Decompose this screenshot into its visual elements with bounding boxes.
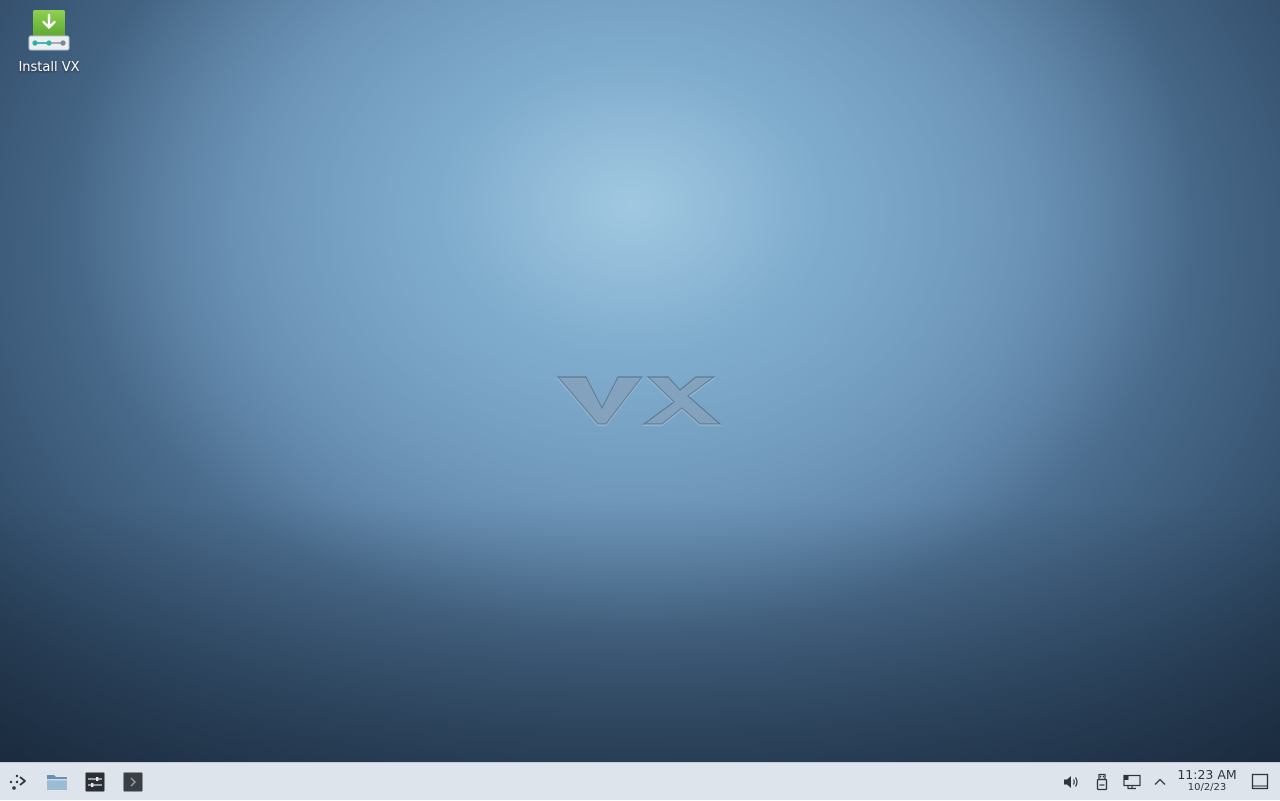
clock-date: 10/2/23 xyxy=(1187,781,1227,793)
desktop[interactable]: Install VX xyxy=(0,0,1280,762)
app-launcher-button[interactable] xyxy=(4,763,32,801)
show-desktop-button[interactable] xyxy=(1248,763,1272,801)
show-desktop-icon xyxy=(1251,773,1269,790)
clock-time: 11:23 AM xyxy=(1177,767,1237,782)
clock[interactable]: 11:23 AM 10/2/23 xyxy=(1174,767,1240,793)
network-icon xyxy=(1123,774,1141,790)
usb-device-icon xyxy=(1096,773,1108,791)
system-settings-button[interactable] xyxy=(80,763,110,801)
file-manager-icon xyxy=(47,775,67,790)
vx-wallpaper-logo xyxy=(556,374,726,428)
volume-icon xyxy=(1064,776,1078,788)
taskbar: 11:23 AM 10/2/23 xyxy=(0,762,1280,800)
network-button[interactable] xyxy=(1120,763,1144,801)
install-download-icon xyxy=(27,8,71,54)
file-manager-button[interactable] xyxy=(42,763,72,801)
terminal-icon xyxy=(123,772,143,792)
install-vx-desktop-icon[interactable]: Install VX xyxy=(10,8,88,80)
terminal-button[interactable] xyxy=(118,763,148,801)
system-settings-icon xyxy=(85,772,105,792)
chevron-up-icon xyxy=(1154,778,1166,785)
app-launcher-icon xyxy=(9,774,26,790)
install-vx-label: Install VX xyxy=(18,60,80,75)
usb-device-button[interactable] xyxy=(1090,763,1114,801)
volume-button[interactable] xyxy=(1058,763,1084,801)
tray-expander-button[interactable] xyxy=(1150,763,1170,801)
